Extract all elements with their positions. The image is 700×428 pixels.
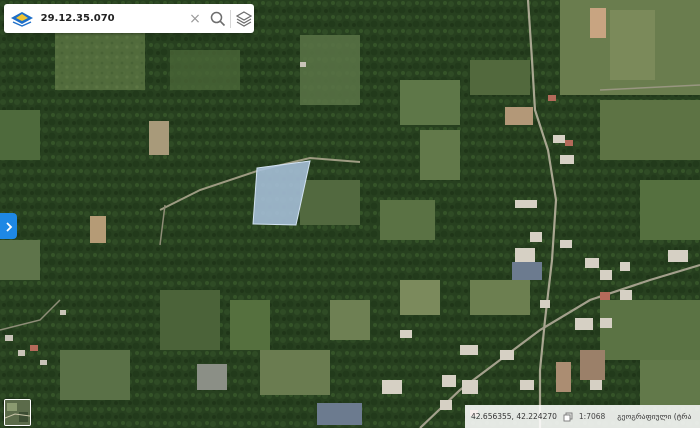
basemap-thumbnail-icon	[5, 400, 30, 425]
status-bar: 42.656355, 42.224270 1:7068 გეოგრაფიული …	[465, 405, 700, 428]
coordinates-readout: 42.656355, 42.224270	[471, 412, 557, 421]
map-scale: 1:7068	[578, 412, 606, 421]
expand-panel-button[interactable]	[0, 213, 17, 239]
search-bar[interactable]: ×	[4, 4, 254, 33]
app-logo-icon[interactable]	[10, 9, 35, 29]
layers-icon[interactable]	[233, 8, 254, 30]
copy-icon[interactable]	[563, 412, 573, 422]
divider	[230, 9, 232, 28]
close-icon[interactable]: ×	[185, 8, 206, 30]
search-input[interactable]	[40, 13, 185, 24]
active-layer-name: გეოგრაფიული (ტრა	[617, 412, 692, 421]
satellite-map[interactable]	[0, 0, 700, 428]
search-icon[interactable]	[207, 8, 228, 30]
basemap-switcher[interactable]	[4, 399, 31, 426]
chevron-right-icon	[5, 217, 13, 236]
